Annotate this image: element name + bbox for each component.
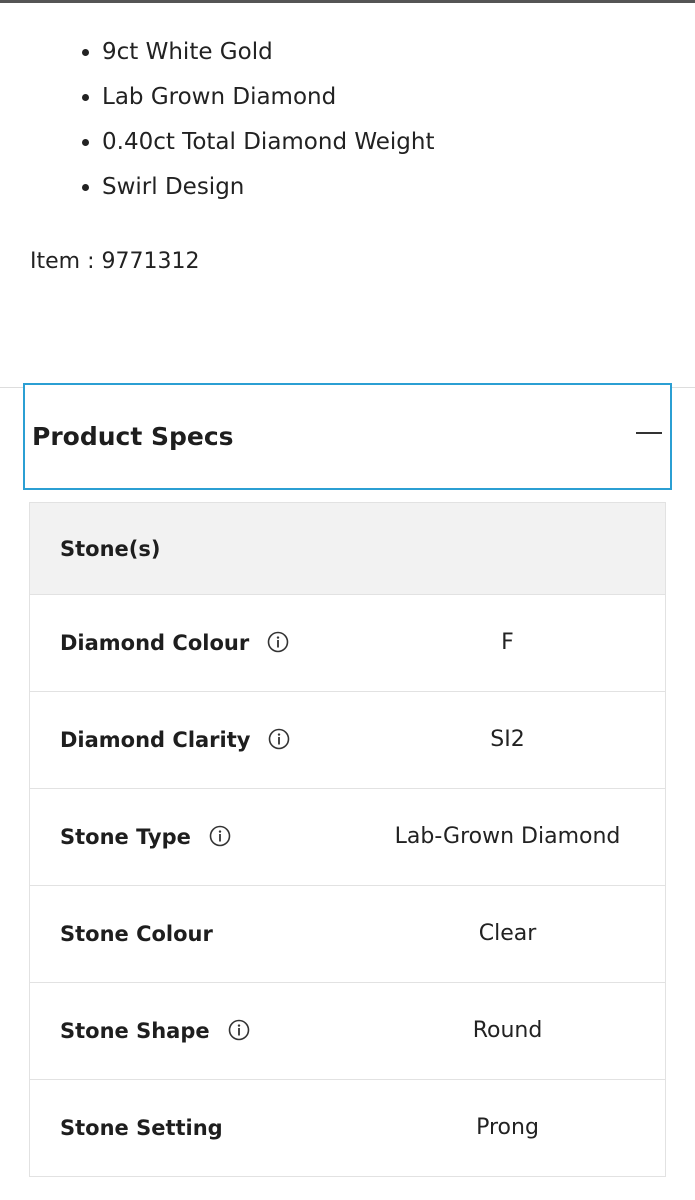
spec-row-stone-setting: Stone Setting Prong [30,1080,665,1177]
spec-label: Stone Colour [60,922,213,946]
bullet-icon [82,49,89,56]
info-icon[interactable] [209,825,231,847]
spec-label: Diamond Colour [60,631,250,655]
specs-table: Stone(s) Diamond Colour F Diamond Clarit… [29,502,666,1177]
spec-value: F [501,630,514,655]
bullet-icon [82,94,89,101]
spec-row-diamond-colour: Diamond Colour F [30,595,665,692]
product-specs-accordion-header[interactable]: Product Specs [23,383,672,490]
spec-value: Clear [478,921,537,946]
feature-list: 9ct White Gold Lab Grown Diamond 0.40ct … [80,34,435,214]
minus-icon[interactable] [636,432,662,434]
spec-label: Stone Shape [60,1019,210,1043]
spec-value: Lab-Grown Diamond [394,824,621,849]
feature-text: 9ct White Gold [102,39,273,65]
product-specs-title: Product Specs [32,422,234,451]
spec-value: SI2 [490,727,525,752]
spec-label: Stone Setting [60,1116,223,1140]
feature-text: 0.40ct Total Diamond Weight [102,129,435,155]
specs-group-header: Stone(s) [30,503,665,595]
spec-label: Stone Type [60,825,191,849]
feature-item: 9ct White Gold [80,34,435,79]
spec-row-stone-type: Stone Type Lab-Grown Diamond [30,789,665,886]
feature-item: 0.40ct Total Diamond Weight [80,124,435,169]
spec-row-stone-colour: Stone Colour Clear [30,886,665,983]
spec-row-stone-shape: Stone Shape Round [30,983,665,1080]
feature-text: Lab Grown Diamond [102,84,337,110]
bullet-icon [82,139,89,146]
feature-item: Lab Grown Diamond [80,79,435,124]
top-divider [0,0,695,3]
group-label: Stone(s) [60,537,161,561]
spec-value: Round [472,1018,543,1043]
spec-label: Diamond Clarity [60,728,251,752]
item-number: Item : 9771312 [30,249,200,274]
spec-row-diamond-clarity: Diamond Clarity SI2 [30,692,665,789]
feature-item: Swirl Design [80,169,435,214]
bullet-icon [82,184,89,191]
info-icon[interactable] [267,631,289,653]
info-icon[interactable] [268,728,290,750]
info-icon[interactable] [228,1019,250,1041]
spec-value: Prong [476,1115,539,1140]
feature-text: Swirl Design [102,174,245,200]
